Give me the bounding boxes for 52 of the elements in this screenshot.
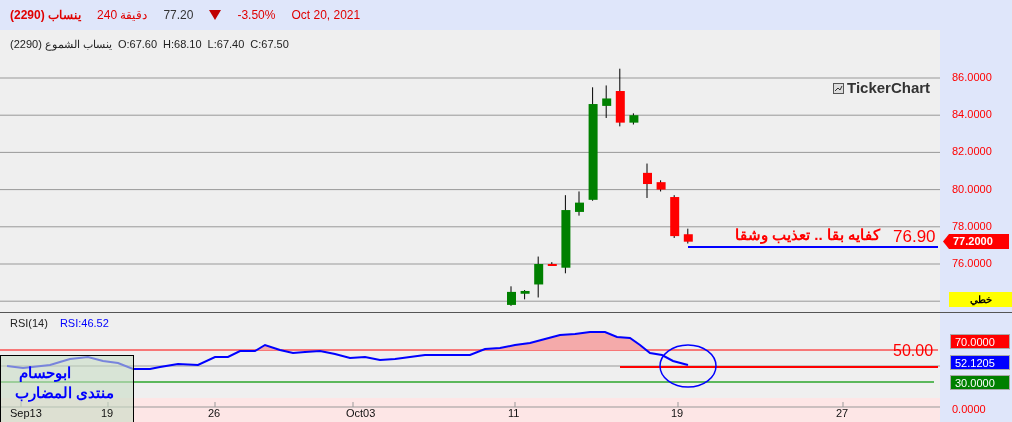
level-label: 76.90: [893, 226, 936, 248]
price-axis-label: 86.0000: [952, 72, 992, 83]
price-axis-label: 84.0000: [952, 109, 992, 121]
logo-text: TickerChart: [847, 78, 931, 98]
candle: [670, 194, 680, 239]
candle: [656, 179, 666, 192]
date-axis-label: 27: [836, 408, 849, 419]
last-price-tag: 77.2000: [943, 234, 1009, 249]
price-label: 77.20: [163, 7, 194, 24]
level-label: 50.00: [893, 343, 934, 359]
date-axis-label: 26: [208, 408, 221, 419]
price-axis-label: 76.0000: [952, 258, 992, 269]
chart-title: ينساب الشموع (2290): [10, 37, 112, 53]
price-axis-label: 80.0000: [952, 183, 992, 195]
price-axis-label: 82.0000: [952, 146, 992, 158]
date-axis-label: Sep13: [10, 408, 42, 419]
chart-type-button[interactable]: خطي: [949, 292, 1012, 307]
candle: [520, 289, 530, 300]
indicator-label: RSI(14): [10, 316, 48, 331]
rsi-axis-label: 0.0000: [952, 402, 986, 417]
rsi-axis-tag: 30.0000: [950, 375, 1010, 390]
candle: [643, 163, 652, 199]
change-label: -3.50%: [237, 7, 276, 24]
date-axis-label: 19: [671, 408, 684, 419]
candle: [547, 261, 557, 267]
ohlc-value: H:68.10: [163, 37, 202, 52]
rsi-axis-tag: 70.0000: [950, 334, 1010, 349]
candle: [602, 84, 612, 119]
ohlc-value: C:67.50: [250, 37, 289, 52]
note-text: كفايه بقا .. تعذيب وشقا: [735, 225, 880, 246]
note-text: منتدى المضارب: [15, 384, 115, 402]
candle: [534, 256, 544, 298]
note-text: ابوحسام: [19, 364, 71, 382]
circle-annotation: [659, 344, 717, 388]
down-triangle-icon: [209, 10, 222, 20]
candle: [683, 228, 693, 245]
candle: [507, 285, 516, 307]
rsi-reading: RSI:46.52: [59, 316, 109, 331]
interval-label: 240 دقيقة: [97, 7, 148, 24]
date-axis-label: 11: [508, 408, 520, 419]
candle: [629, 112, 639, 125]
date-axis-label: Oct03: [346, 408, 376, 419]
price-axis-label: 78.0000: [952, 220, 992, 232]
logo-icon: [833, 82, 844, 94]
candle: [575, 190, 584, 217]
rsi-axis-tag: 52.1205: [950, 355, 1010, 370]
candle: [615, 68, 625, 127]
ohlc-value: L:67.40: [207, 37, 245, 52]
ohlc-value: O:67.60: [117, 37, 158, 52]
date-axis-label: 19: [101, 408, 114, 419]
date-label: Oct 20, 2021: [291, 7, 361, 24]
symbol-label: ينساب (2290): [10, 7, 82, 24]
